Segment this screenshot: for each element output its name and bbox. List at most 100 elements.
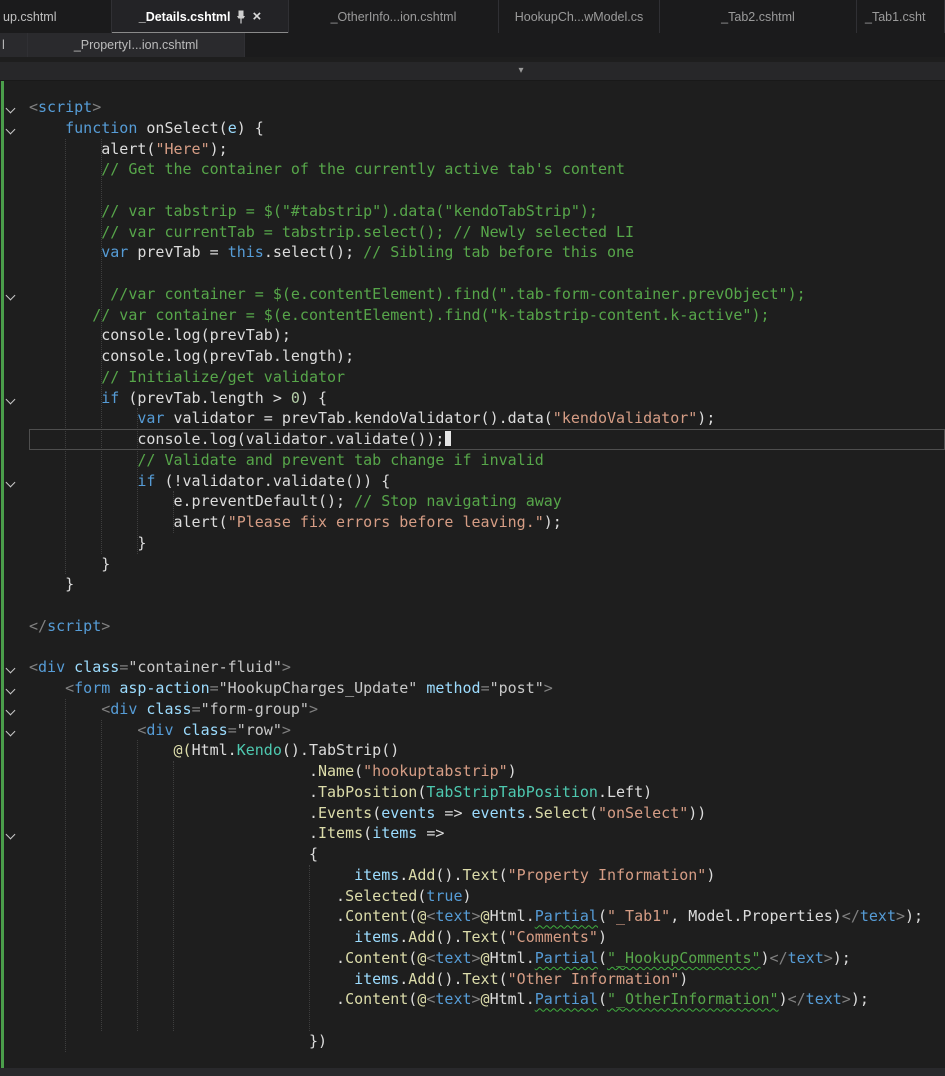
editor-tab[interactable]: _OtherInfo...ion.cshtml xyxy=(289,0,499,33)
code-line[interactable]: @(Html.Kendo().TabStrip() xyxy=(0,740,945,761)
code-line[interactable] xyxy=(0,263,945,284)
fold-toggle-icon[interactable] xyxy=(5,705,16,716)
code-line[interactable]: alert("Here"); xyxy=(0,139,945,160)
code-line[interactable]: var validator = prevTab.kendoValidator()… xyxy=(0,408,945,429)
code-line[interactable]: .Events(events => events.Select("onSelec… xyxy=(0,803,945,824)
code-line[interactable]: var prevTab = this.select(); // Sibling … xyxy=(0,242,945,263)
code-line[interactable]: { xyxy=(0,844,945,865)
code-line[interactable]: .Content(@<text>@Html.Partial("_HookupCo… xyxy=(0,948,945,969)
code-line[interactable]: items.Add().Text("Other Information") xyxy=(0,969,945,990)
code-line[interactable]: e.preventDefault(); // Stop navigating a… xyxy=(0,491,945,512)
tab-close-button[interactable]: × xyxy=(252,9,261,24)
editor-tab[interactable]: HookupCh...wModel.cs xyxy=(499,0,660,33)
code-line[interactable]: console.log(prevTab); xyxy=(0,325,945,346)
fold-toggle-icon[interactable] xyxy=(5,663,16,674)
fold-gutter xyxy=(0,554,29,575)
code-line[interactable]: <div class="container-fluid"> xyxy=(0,657,945,678)
code-line[interactable] xyxy=(0,180,945,201)
code-line[interactable]: .Selected(true) xyxy=(0,886,945,907)
code-line-text: .Content(@<text>@Html.Partial("_Tab1", M… xyxy=(336,907,924,926)
code-line[interactable]: if (prevTab.length > 0) { xyxy=(0,388,945,409)
code-line-text: items.Add().Text("Property Information") xyxy=(354,865,716,884)
code-line[interactable]: }) xyxy=(0,1031,945,1052)
code-line[interactable]: // var container = $(e.contentElement).f… xyxy=(0,305,945,326)
code-line[interactable]: .Items(items => xyxy=(0,823,945,844)
code-editor[interactable]: <script> function onSelect(e) { alert("H… xyxy=(0,81,945,1068)
code-line[interactable]: .Content(@<text>@Html.Partial("_Tab1", M… xyxy=(0,906,945,927)
fold-gutter xyxy=(0,927,29,948)
code-line[interactable]: // Validate and prevent tab change if in… xyxy=(0,450,945,471)
code-line[interactable]: console.log(validator.validate()); xyxy=(0,429,945,450)
fold-gutter xyxy=(0,989,29,1010)
code-line[interactable]: // var currentTab = tabstrip.select(); /… xyxy=(0,222,945,243)
code-line[interactable]: // Initialize/get validator xyxy=(0,367,945,388)
fold-gutter xyxy=(0,1031,29,1052)
editor-tab[interactable]: _Details.cshtml × xyxy=(112,0,289,33)
fold-gutter xyxy=(0,450,29,471)
text-caret xyxy=(445,431,452,446)
horizontal-scrollbar[interactable] xyxy=(0,1068,945,1076)
code-line[interactable]: .Content(@<text>@Html.Partial("_OtherInf… xyxy=(0,989,945,1010)
code-line[interactable] xyxy=(0,595,945,616)
editor-tab[interactable]: _PropertyI...ion.cshtml xyxy=(28,33,245,57)
fold-toggle-icon[interactable] xyxy=(5,394,16,404)
editor-tab[interactable]: l xyxy=(0,33,28,57)
fold-gutter xyxy=(0,823,29,844)
fold-toggle-icon[interactable] xyxy=(5,684,16,695)
fold-gutter xyxy=(0,388,29,409)
vs-editor-window: up.cshtml _Details.cshtml × _OtherInfo...io… xyxy=(0,0,945,1076)
code-line-text: .Selected(true) xyxy=(336,886,472,905)
code-line[interactable]: items.Add().Text("Comments") xyxy=(0,927,945,948)
fold-toggle-icon[interactable] xyxy=(5,726,16,736)
code-line[interactable]: // Get the container of the currently ac… xyxy=(0,159,945,180)
code-line[interactable]: items.Add().Text("Property Information") xyxy=(0,865,945,886)
code-line[interactable]: <script> xyxy=(0,97,945,118)
fold-toggle-icon[interactable] xyxy=(5,103,16,114)
code-line[interactable]: } xyxy=(0,554,945,575)
editor-tab[interactable]: up.cshtml xyxy=(0,0,112,33)
code-line[interactable]: } xyxy=(0,533,945,554)
fold-gutter xyxy=(0,761,29,782)
fold-toggle-icon[interactable] xyxy=(5,124,16,135)
code-line-text: .Content(@<text>@Html.Partial("_HookupCo… xyxy=(336,948,851,967)
code-line-text: var validator = prevTab.kendoValidator()… xyxy=(137,409,716,428)
code-line-text: // Get the container of the currently ac… xyxy=(101,160,626,179)
editor-tab[interactable]: _Tab1.csht xyxy=(857,0,945,33)
tab-bar-row: l _PropertyI...ion.cshtml xyxy=(0,33,945,57)
code-line[interactable]: //var container = $(e.contentElement).fi… xyxy=(0,284,945,305)
tab-label: _OtherInfo...ion.cshtml xyxy=(330,9,457,24)
code-line[interactable]: <div class="form-group"> xyxy=(0,699,945,720)
fold-toggle-icon[interactable] xyxy=(5,829,16,840)
code-line[interactable] xyxy=(0,1010,945,1031)
fold-toggle-icon[interactable] xyxy=(5,290,16,301)
fold-gutter xyxy=(0,720,29,741)
code-line[interactable]: <form asp-action="HookupCharges_Update" … xyxy=(0,678,945,699)
fold-gutter xyxy=(0,118,29,139)
tab-label: HookupCh...wModel.cs xyxy=(514,9,644,24)
code-line-text: .Name("hookuptabstrip") xyxy=(308,762,517,780)
chevron-down-icon[interactable]: ▾ xyxy=(513,62,529,79)
code-line[interactable]: .TabPosition(TabStripTabPosition.Left) xyxy=(0,782,945,803)
fold-gutter xyxy=(0,948,29,969)
fold-gutter xyxy=(0,512,29,533)
code-line[interactable] xyxy=(0,637,945,658)
code-line[interactable]: </script> xyxy=(0,616,945,637)
code-line[interactable]: if (!validator.validate()) { xyxy=(0,471,945,492)
code-line[interactable]: console.log(prevTab.length); xyxy=(0,346,945,367)
pin-icon[interactable] xyxy=(236,10,246,24)
code-line[interactable]: alert("Please fix errors before leaving.… xyxy=(0,512,945,533)
code-line[interactable]: function onSelect(e) { xyxy=(0,118,945,139)
fold-gutter xyxy=(0,284,29,305)
code-line[interactable]: .Name("hookuptabstrip") xyxy=(0,761,945,782)
editor-tab[interactable]: _Tab2.cshtml xyxy=(660,0,857,33)
code-line[interactable]: // var tabstrip = $("#tabstrip").data("k… xyxy=(0,201,945,222)
fold-gutter xyxy=(0,471,29,492)
code-line[interactable]: <div class="row"> xyxy=(0,720,945,741)
code-line-text: // var currentTab = tabstrip.select(); /… xyxy=(101,222,635,241)
tab-label: up.cshtml xyxy=(3,9,57,24)
code-line-text: function onSelect(e) { xyxy=(65,118,264,137)
fold-toggle-icon[interactable] xyxy=(5,477,16,487)
code-line[interactable]: } xyxy=(0,574,945,595)
